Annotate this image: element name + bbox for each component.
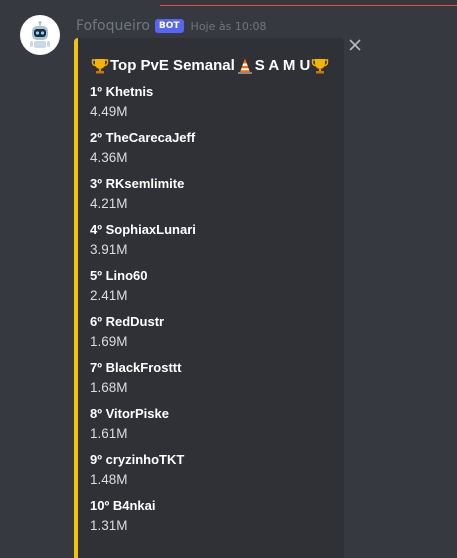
close-icon[interactable] <box>347 37 363 53</box>
entry-score: 1.69M <box>90 334 128 349</box>
message-timestamp[interactable]: Hoje às 10:08 <box>191 20 267 33</box>
leaderboard-entry: 8º VitorPiske 1.61M <box>90 404 340 444</box>
entry-player: 4º SophiaxLunari <box>90 222 196 237</box>
entry-player: 6º RedDustr <box>90 314 165 329</box>
entry-score: 4.21M <box>90 196 128 211</box>
embed-title-text: Top PvE Semanal <box>110 57 235 74</box>
entry-player: 5º Lino60 <box>90 268 148 283</box>
entry-score: 1.31M <box>90 518 128 533</box>
leaderboard-entry: 9º cryzinhoTKT 1.48M <box>90 450 340 490</box>
entry-player: 1º Khetnis <box>90 84 154 99</box>
avatar[interactable] <box>20 15 60 55</box>
entry-player: 10º B4nkai <box>90 498 156 513</box>
trophy-icon <box>311 57 329 75</box>
leaderboard-entry: 4º SophiaxLunari 3.91M <box>90 220 340 260</box>
leaderboard-entry: 5º Lino60 2.41M <box>90 266 340 306</box>
entry-score: 1.68M <box>90 380 128 395</box>
embed-title-suffix: S A M U <box>254 57 311 74</box>
entry-score: 4.49M <box>90 104 128 119</box>
author-name[interactable]: Fofoqueiro <box>76 18 150 34</box>
entry-score: 4.36M <box>90 150 128 165</box>
entry-score: 2.41M <box>90 288 128 303</box>
bot-badge: BOT <box>154 19 184 33</box>
new-messages-divider <box>160 5 457 6</box>
leaderboard-entry: 3º RKsemlimite 4.21M <box>90 174 340 214</box>
traffic-cone-icon <box>236 57 254 75</box>
embed-accent-bar <box>74 38 78 558</box>
entry-score: 3.91M <box>90 242 128 257</box>
entry-player: 2º TheCarecaJeff <box>90 130 196 145</box>
entry-score: 1.48M <box>90 472 128 487</box>
leaderboard-embed: Top PvE Semanal S A M U 1º Khetnis 4.49M… <box>74 38 344 558</box>
trophy-icon <box>91 57 109 75</box>
leaderboard-entry: 10º B4nkai 1.31M <box>90 496 340 536</box>
entry-player: 8º VitorPiske <box>90 406 169 421</box>
leaderboard-entry: 1º Khetnis 4.49M <box>90 82 340 122</box>
entry-player: 3º RKsemlimite <box>90 176 185 191</box>
leaderboard-entry: 6º RedDustr 1.69M <box>90 312 340 352</box>
message-header: Fofoqueiro BOT Hoje às 10:08 <box>76 16 267 36</box>
leaderboard-entry: 7º BlackFrosttt 1.68M <box>90 358 340 398</box>
entry-score: 1.61M <box>90 426 128 441</box>
entry-player: 9º cryzinhoTKT <box>90 452 185 467</box>
entry-player: 7º BlackFrosttt <box>90 360 182 375</box>
leaderboard-entry: 2º TheCarecaJeff 4.36M <box>90 128 340 168</box>
embed-title: Top PvE Semanal S A M U <box>90 56 340 76</box>
